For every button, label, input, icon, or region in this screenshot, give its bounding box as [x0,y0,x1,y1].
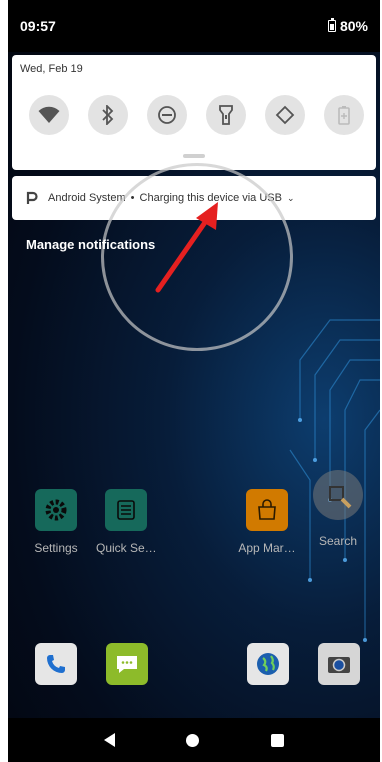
messages-icon[interactable] [106,643,148,685]
app-label: App Mar… [238,541,296,555]
quick-settings-tiles [29,95,364,135]
shopping-bag-icon [246,489,288,531]
recents-icon[interactable] [271,733,285,747]
app-label: Quick Se… [96,541,156,555]
battery-saver-icon[interactable] [324,95,364,135]
chevron-down-icon[interactable]: ⌄ [287,193,295,204]
navigation-bar [8,718,380,762]
status-time: 09:57 [20,18,56,34]
screen: 09:57 80% Wed, Feb 19 Android System • C… [8,0,380,762]
bluetooth-icon[interactable] [88,95,128,135]
camera-icon[interactable] [318,643,360,685]
wifi-icon[interactable] [29,95,69,135]
app-quick-settings[interactable]: Quick Se… [96,489,156,555]
android-system-icon [26,191,38,204]
home-icon[interactable] [186,733,200,747]
do-not-disturb-icon[interactable] [147,95,187,135]
flashlight-icon[interactable] [206,95,246,135]
app-search[interactable]: Search [308,470,368,548]
status-right: 80% [327,18,368,34]
magnifier-icon [313,470,363,520]
phone-icon[interactable] [35,643,77,685]
manage-notifications-button[interactable]: Manage notifications [26,237,155,252]
settings-gear-icon [35,489,77,531]
qs-date[interactable]: Wed, Feb 19 [20,63,83,75]
notification-app-name: Android System [48,192,126,204]
browser-globe-icon[interactable] [247,643,289,685]
app-label: Settings [34,541,78,555]
app-market[interactable]: App Mar… [237,489,297,555]
app-label: Search [318,534,358,548]
quick-settings-panel: Wed, Feb 19 [12,55,376,170]
auto-rotate-icon[interactable] [265,95,305,135]
status-bar: 09:57 80% [8,0,380,52]
app-settings[interactable]: Settings [26,489,86,555]
battery-icon [327,18,336,32]
qs-expand-handle[interactable] [183,154,205,158]
back-icon[interactable] [103,733,115,747]
quick-settings-sliders-icon [105,489,147,531]
battery-level: 80% [339,18,368,34]
